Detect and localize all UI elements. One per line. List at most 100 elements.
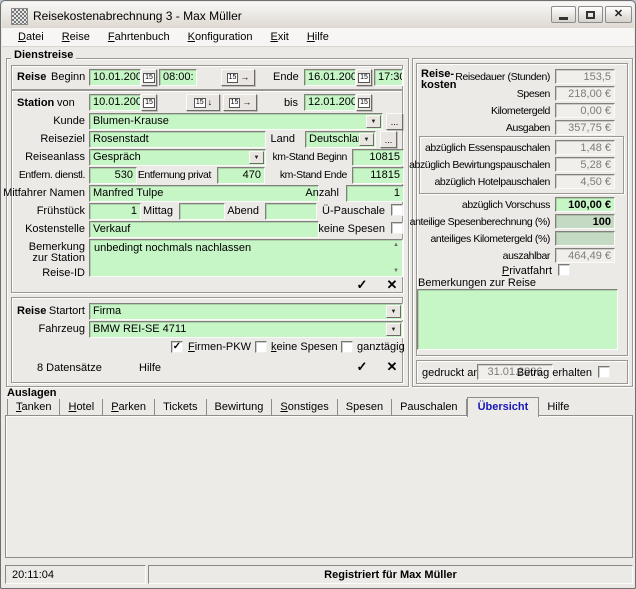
station-ok-button[interactable]: ✓: [351, 278, 373, 292]
reiseanlass-value: Gespräch: [93, 151, 141, 163]
kostenstelle-label: Kostenstelle: [25, 223, 85, 235]
menu-exit[interactable]: Exit: [261, 29, 297, 45]
bemerkungen-reise-textarea[interactable]: [417, 289, 618, 350]
keine-spesen-station-checkbox[interactable]: [391, 222, 403, 234]
spesenberechnung-pct-field[interactable]: 100: [555, 214, 615, 229]
tab-bewirtung[interactable]: Bewirtung: [207, 399, 273, 416]
entfernung-privat-field[interactable]: 470: [217, 167, 265, 184]
keine-spesen-reise-label: keine Spesen: [271, 341, 338, 353]
beginn-copy-date-button[interactable]: 15→: [221, 69, 255, 86]
tab-tickets[interactable]: Tickets: [155, 399, 206, 416]
close-button[interactable]: ✕: [605, 6, 632, 23]
app-icon[interactable]: [11, 8, 28, 25]
close-icon: ✕: [614, 9, 623, 20]
statusbar-registered: Registriert für Max Müller: [148, 565, 633, 584]
kilometergeld-pct-field[interactable]: [555, 231, 615, 246]
dropdown-icon[interactable]: ▼: [366, 115, 381, 128]
scroll-up-icon[interactable]: ▲: [393, 242, 399, 248]
ende-time-field[interactable]: 17:30:: [374, 69, 403, 86]
station-copy-right-button[interactable]: 15→: [223, 94, 257, 111]
reise-cancel-button[interactable]: ✕: [381, 360, 403, 374]
tab-hotel[interactable]: Hotel: [60, 399, 103, 416]
reise-id-label: Reise-ID: [42, 267, 85, 279]
dropdown-icon[interactable]: ▼: [386, 305, 401, 318]
station-cancel-button[interactable]: ✕: [381, 278, 403, 292]
dropdown-icon[interactable]: ▼: [359, 133, 374, 146]
menu-fahrtenbuch[interactable]: Fahrtenbuch: [99, 29, 179, 45]
anzahl-field[interactable]: 1: [346, 185, 404, 202]
bis-label: bis: [284, 97, 298, 109]
tab-uebersicht[interactable]: Übersicht: [467, 397, 540, 417]
dropdown-icon[interactable]: ▼: [249, 151, 264, 164]
keine-spesen-reise-checkbox[interactable]: [255, 341, 267, 353]
beginn-time-field[interactable]: 08:00:: [159, 69, 197, 86]
km-beginn-field[interactable]: 10815: [352, 149, 404, 166]
kostenstelle-field[interactable]: Verkauf: [89, 221, 319, 238]
hotelpauschalen-value: 4,50 €: [555, 174, 615, 189]
kunde-more-button[interactable]: ...: [386, 113, 403, 130]
minimize-button[interactable]: [551, 6, 576, 23]
window-title: Reisekostenabrechnung 3 - Max Müller: [33, 9, 242, 23]
bemerkung-station-textarea[interactable]: unbedingt nochmals nachlassen: [89, 239, 403, 277]
startort-combo[interactable]: Firma ▼: [89, 303, 403, 320]
tab-hilfe[interactable]: Hilfe: [539, 399, 577, 416]
anzahl-label: Anzahl: [305, 187, 339, 199]
tab-tanken[interactable]: Tanken: [7, 399, 60, 416]
betrag-erhalten-checkbox[interactable]: [598, 366, 610, 378]
fahrzeug-combo[interactable]: BMW REI-SE 4711▼: [89, 321, 403, 338]
auszahlbar-label: auszahlbar: [503, 250, 550, 262]
reiseziel-field[interactable]: Rosenstadt: [89, 131, 266, 148]
ganztaegig-checkbox[interactable]: [341, 341, 353, 353]
tab-parken[interactable]: Parken: [103, 399, 155, 416]
land-more-button[interactable]: ...: [380, 131, 397, 148]
maximize-button[interactable]: [578, 6, 603, 23]
vorschuss-field[interactable]: 100,00 €: [555, 197, 615, 212]
fruehstueck-field[interactable]: 1: [89, 203, 141, 220]
beginn-date-field[interactable]: 10.01.2008: [89, 69, 141, 86]
firmen-pkw-checkbox[interactable]: ✓: [171, 341, 183, 353]
reise-hilfe-link[interactable]: Hilfe: [139, 362, 161, 374]
fruehstueck-label: Frühstück: [37, 205, 85, 217]
arrow-down-icon: ↓: [208, 98, 213, 107]
ende-date-field[interactable]: 16.01.2008: [304, 69, 356, 86]
reise-row-label: Reise: [17, 71, 46, 83]
menu-konfiguration[interactable]: Konfiguration: [179, 29, 262, 45]
entfernung-dienstl-field[interactable]: 530: [89, 167, 137, 184]
beginn-calendar-button[interactable]: 15: [141, 69, 157, 86]
statusbar-time: 20:11:04: [5, 565, 146, 584]
dienstreise-caption: Dienstreise: [11, 49, 76, 61]
station-copy-down-button[interactable]: 15↓: [186, 94, 220, 111]
tab-sonstiges[interactable]: Sonstiges: [272, 399, 337, 416]
km-beginn-label: km-Stand Beginn: [272, 151, 347, 163]
reise-ok-button[interactable]: ✓: [351, 360, 373, 374]
reiseanlass-combo[interactable]: Gespräch ▼: [89, 149, 266, 166]
fahrzeug-label: Fahrzeug: [39, 323, 85, 335]
von-calendar-button[interactable]: 15: [141, 94, 157, 111]
kilometergeld-pct-label: anteiliges Kilometergeld (%): [430, 233, 550, 245]
von-date-field[interactable]: 10.01.2008: [89, 94, 141, 111]
kunde-label: Kunde: [53, 115, 85, 127]
bewirtungspauschalen-label: abzüglich Bewirtungspauschalen: [409, 159, 550, 171]
scroll-down-icon[interactable]: ▼: [393, 268, 399, 274]
title-bar: Reisekostenabrechnung 3 - Max Müller ✕: [2, 2, 634, 29]
ende-calendar-button[interactable]: 15: [356, 69, 372, 86]
bis-date-field[interactable]: 12.01.2008: [304, 94, 356, 111]
land-combo[interactable]: Deutschland▼: [305, 131, 376, 148]
tab-pauschalen[interactable]: Pauschalen: [392, 399, 467, 416]
kunde-combo[interactable]: Blumen-Krause▼: [89, 113, 383, 130]
bis-calendar-button[interactable]: 15: [356, 94, 372, 111]
reisedauer-value: 153,5: [555, 69, 615, 84]
tab-spesen[interactable]: Spesen: [338, 399, 392, 416]
menu-hilfe[interactable]: Hilfe: [298, 29, 338, 45]
menu-reise[interactable]: Reise: [53, 29, 99, 45]
dropdown-icon[interactable]: ▼: [386, 323, 401, 336]
privatfahrt-checkbox[interactable]: [558, 264, 570, 276]
mittag-field[interactable]: [179, 203, 225, 220]
km-ende-field[interactable]: 11815: [352, 167, 404, 184]
reiseanlass-label: Reiseanlass: [25, 151, 85, 163]
abend-field[interactable]: [265, 203, 317, 220]
startort-value: Firma: [93, 305, 121, 317]
ue-pauschale-checkbox[interactable]: [391, 204, 403, 216]
menu-datei[interactable]: Datei: [9, 29, 53, 45]
mitfahrer-field[interactable]: Manfred Tulpe: [89, 185, 319, 202]
